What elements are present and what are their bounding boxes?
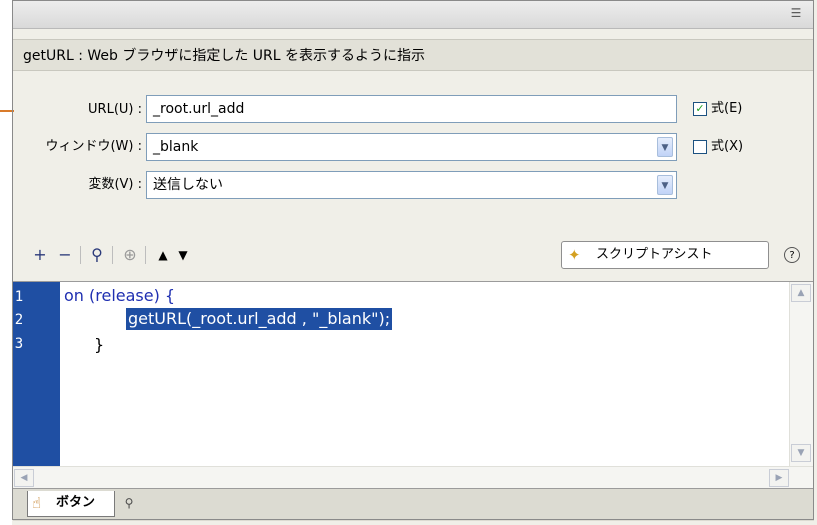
toolbar-divider (80, 246, 81, 264)
help-icon[interactable]: ? (784, 247, 800, 263)
window-dropdown-icon[interactable]: ▼ (657, 137, 673, 157)
move-up-icon[interactable]: ▲ (153, 245, 173, 265)
script-assist-label: スクリプトアシスト (596, 247, 713, 262)
pin-icon[interactable]: ⚲ (121, 495, 137, 511)
scroll-right-icon[interactable]: ▶ (769, 469, 789, 487)
scroll-up-icon[interactable]: ▲ (791, 284, 811, 302)
scroll-down-icon[interactable]: ▼ (791, 444, 811, 462)
code-line[interactable]: } (94, 334, 104, 356)
variables-combobox[interactable]: 送信しない ▼ (146, 171, 677, 199)
code-line-selected[interactable]: getURL(_root.url_add , "_blank"); (126, 308, 393, 330)
action-description: getURL : Web ブラウザに指定した URL を表示するように指示 (13, 39, 814, 71)
delete-statement-icon[interactable]: − (55, 245, 75, 265)
window-expression-checkbox[interactable] (693, 140, 707, 154)
url-expression-checkbox[interactable]: ✓ (693, 102, 707, 116)
scroll-left-icon[interactable]: ◀ (14, 469, 34, 487)
line-number: 2 (14, 312, 24, 328)
variables-value: 送信しない (153, 177, 223, 193)
panel-title-bar: ☰ (13, 0, 814, 29)
toolbar-divider (112, 246, 113, 264)
window-combobox[interactable]: _blank ▼ (146, 133, 677, 161)
variables-label: 変数(V) : (88, 177, 142, 192)
panel-menu-icon[interactable]: ☰ (788, 6, 804, 20)
magic-wand-icon: ✦ (568, 246, 581, 264)
window-label: ウィンドウ(W) : (45, 139, 142, 154)
line-number: 1 (14, 289, 24, 305)
code-line[interactable]: on (release) { (64, 285, 175, 307)
find-icon[interactable]: ⚲ (87, 245, 107, 265)
url-input[interactable]: _root.url_add (146, 95, 677, 123)
window-expression-label: 式(X) (711, 139, 744, 154)
button-symbol-icon: ☝ (32, 494, 42, 512)
toolbar-divider (145, 246, 146, 264)
tab-button[interactable]: ☝ ボタン (27, 491, 115, 517)
vertical-scrollbar[interactable]: ▲ ▼ (789, 282, 814, 466)
window-value: _blank (153, 139, 199, 155)
variables-dropdown-icon[interactable]: ▼ (657, 175, 673, 195)
tab-label: ボタン (56, 495, 96, 510)
add-statement-icon[interactable]: + (30, 245, 50, 265)
url-label: URL(U) : (88, 102, 142, 117)
target-path-icon[interactable]: ⊕ (120, 245, 140, 265)
url-expression-label: 式(E) (711, 101, 743, 116)
connector-line (0, 110, 14, 112)
horizontal-scrollbar[interactable]: ◀ ▶ (13, 466, 814, 489)
move-down-icon[interactable]: ▼ (173, 245, 193, 265)
script-assist-button[interactable]: ✦ スクリプトアシスト (561, 241, 769, 269)
line-number: 3 (14, 336, 24, 352)
